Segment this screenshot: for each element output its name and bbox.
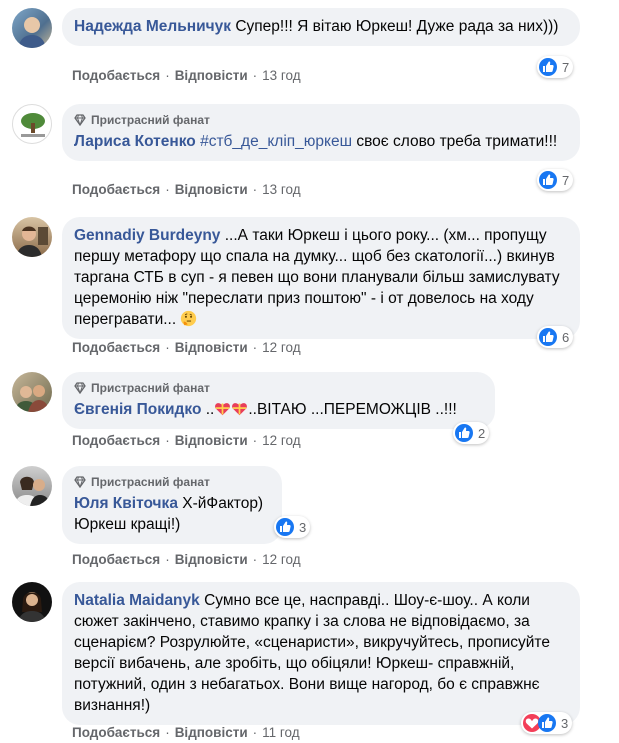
reaction-count: 3	[299, 519, 307, 535]
reaction-count: 7	[562, 59, 570, 75]
like-link[interactable]: Подобається	[72, 340, 160, 355]
separator: ·	[165, 68, 170, 83]
comment-author[interactable]: Юля Квіточка	[74, 495, 178, 512]
thinking-emoji-icon	[181, 310, 197, 327]
reply-link[interactable]: Відповісти	[175, 433, 248, 448]
avatar-image	[18, 17, 46, 48]
comment-bubble: Natalia Maidanyk Сумно все це, насправді…	[62, 582, 580, 725]
reaction-count: 2	[478, 425, 486, 441]
comment-actions: Подобається · Відповісти · 12 год	[72, 433, 301, 448]
avatar-image	[14, 385, 50, 412]
comment-text: своє слово треба тримати!!!	[356, 133, 558, 150]
fan-badge-label: Пристрасний фанат	[91, 475, 210, 489]
comment-actions: Подобається · Відповісти · 13 год	[72, 68, 301, 83]
reaction-count: 3	[561, 715, 569, 731]
gift-heart-icon	[215, 403, 231, 416]
fan-badge: Пристрасний фанат	[74, 474, 270, 490]
comment-author[interactable]: Надежда Мельничук	[74, 18, 231, 35]
like-icon	[539, 328, 557, 346]
separator: ·	[252, 725, 258, 740]
timestamp[interactable]: 13 год	[262, 182, 300, 197]
reactions-summary[interactable]: 2	[453, 422, 490, 444]
separator: ·	[252, 182, 258, 197]
like-link[interactable]: Подобається	[72, 552, 160, 567]
comment-author[interactable]: Gennadiy Burdeyny	[74, 227, 220, 244]
like-icon	[539, 171, 557, 189]
reply-link[interactable]: Відповісти	[175, 725, 248, 740]
avatar-image	[21, 113, 45, 137]
comment-actions: Подобається · Відповісти · 11 год	[72, 725, 300, 740]
comment-author[interactable]: Євгенія Покидко	[74, 401, 201, 418]
comment-actions: Подобається · Відповісти · 13 год	[72, 182, 301, 197]
like-icon	[455, 424, 473, 442]
separator: ·	[252, 68, 258, 83]
fan-badge: Пристрасний фанат	[74, 380, 483, 396]
comment-text: Сумно все це, насправді.. Шоу-є-шоу.. А …	[74, 592, 550, 714]
like-link[interactable]: Подобається	[72, 68, 160, 83]
separator: ·	[165, 552, 170, 567]
avatar-image	[16, 226, 48, 257]
comment-text: Супер!!! Я вітаю Юркеш! Дуже рада за них…	[235, 18, 559, 35]
avatar[interactable]	[12, 582, 52, 622]
fan-badge-label: Пристрасний фанат	[91, 381, 210, 395]
diamond-icon	[74, 476, 86, 488]
reactions-summary[interactable]: 7	[537, 56, 574, 78]
reply-link[interactable]: Відповісти	[175, 340, 248, 355]
fan-badge: Пристрасний фанат	[74, 112, 568, 128]
diamond-icon	[74, 114, 86, 126]
separator: ·	[165, 725, 170, 740]
avatar-image	[18, 592, 46, 622]
timestamp[interactable]: 13 год	[262, 68, 300, 83]
comment-actions: Подобається · Відповісти · 12 год	[72, 552, 301, 567]
comment-text-part: ..	[205, 401, 215, 418]
diamond-icon	[74, 382, 86, 394]
comment-author[interactable]: Лариса Котенко	[74, 133, 196, 150]
avatar[interactable]	[12, 466, 52, 506]
timestamp[interactable]: 12 год	[262, 340, 300, 355]
like-icon	[538, 714, 556, 732]
comment-actions: Подобається · Відповісти · 12 год	[72, 340, 301, 355]
timestamp[interactable]: 12 год	[262, 433, 300, 448]
reaction-count: 7	[562, 172, 570, 188]
separator: ·	[165, 340, 170, 355]
reactions-summary[interactable]: 3	[274, 516, 311, 538]
reply-link[interactable]: Відповісти	[175, 68, 248, 83]
comment-author[interactable]: Natalia Maidanyk	[74, 592, 200, 609]
like-link[interactable]: Подобається	[72, 182, 160, 197]
avatar[interactable]	[12, 372, 52, 412]
timestamp[interactable]: 12 год	[262, 552, 300, 567]
like-icon	[276, 518, 294, 536]
avatar[interactable]	[12, 217, 52, 257]
timestamp[interactable]: 11 год	[262, 725, 299, 740]
avatar[interactable]	[12, 8, 52, 48]
like-link[interactable]: Подобається	[72, 433, 160, 448]
comment-text: ..ВІТАЮ ...ПЕРЕМОЖЦІВ ..!!!	[248, 401, 457, 418]
separator: ·	[252, 552, 258, 567]
fan-badge-label: Пристрасний фанат	[91, 113, 210, 127]
reactions-summary[interactable]: 6	[537, 326, 574, 348]
reactions-summary[interactable]: 3	[521, 712, 573, 734]
comment-bubble: Пристрасний фанат Євгенія Покидко .. ..ВІ…	[62, 372, 495, 429]
reactions-summary[interactable]: 7	[537, 169, 574, 191]
like-link[interactable]: Подобається	[72, 725, 160, 740]
avatar-image	[14, 476, 51, 506]
comment-bubble: Пристрасний фанат Юля Квіточка Х-йФактор…	[62, 466, 282, 544]
hashtag-link[interactable]: #стб_де_кліп_юркеш	[200, 133, 352, 150]
reaction-count: 6	[562, 329, 570, 345]
reply-link[interactable]: Відповісти	[175, 552, 248, 567]
separator: ·	[165, 433, 170, 448]
separator: ·	[252, 340, 258, 355]
gift-heart-icon	[232, 403, 248, 416]
comment-bubble: Надежда Мельничук Супер!!! Я вітаю Юркеш…	[62, 8, 580, 46]
like-icon	[539, 58, 557, 76]
avatar[interactable]	[12, 104, 52, 144]
separator: ·	[252, 433, 258, 448]
comment-bubble: Пристрасний фанат Лариса Котенко #стб_де…	[62, 104, 580, 161]
reply-link[interactable]: Відповісти	[175, 182, 248, 197]
comment-bubble: Gennadiy Burdeyny ...А таки Юркеш і цьог…	[62, 217, 580, 339]
separator: ·	[165, 182, 170, 197]
